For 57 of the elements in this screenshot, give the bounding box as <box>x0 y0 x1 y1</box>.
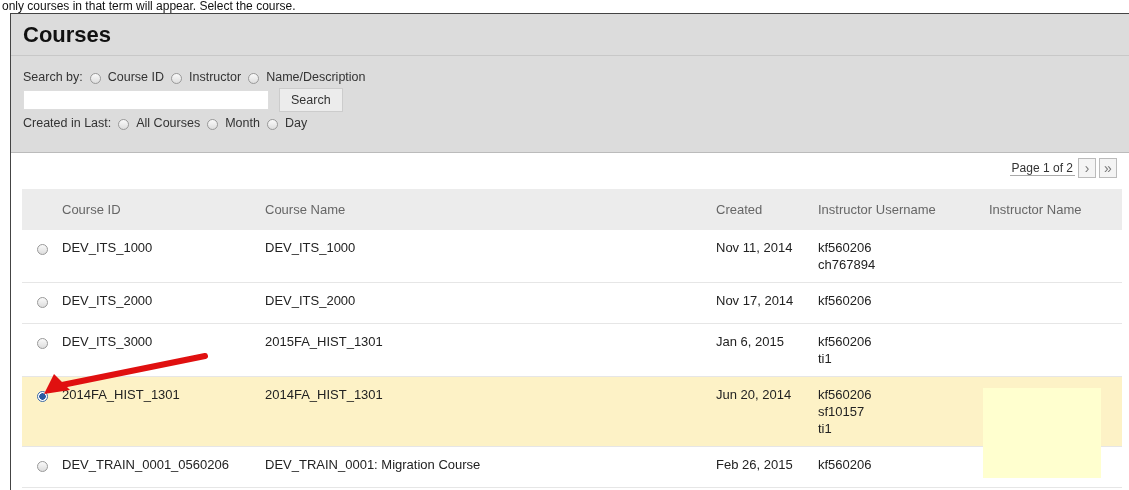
table-cell-text: Feb 26, 2015 <box>716 456 794 474</box>
radio-button[interactable] <box>36 297 48 308</box>
search-field[interactable] <box>23 89 269 110</box>
radio-button[interactable] <box>36 338 48 349</box>
table-cell-text: Jun 20, 2014 <box>716 386 793 404</box>
table-cell-text: DEV_TRAIN_0001_0560206 <box>62 456 230 474</box>
table-cell-text: Jan 6, 2015 <box>716 333 785 351</box>
table-cell-text: 2014FA_HIST_1301 <box>62 386 181 404</box>
column-header: Created <box>716 201 764 219</box>
table-cell: kf560206 <box>818 239 872 256</box>
search-button[interactable]: Search <box>279 87 343 112</box>
column-header: Course ID <box>62 201 122 219</box>
table-cell-text: Nov 17, 2014 <box>716 292 795 310</box>
column-header: Course Name <box>265 201 347 219</box>
radio-label: Month <box>225 115 260 130</box>
radio-label: Instructor <box>189 69 242 84</box>
table-cell-text: DEV_TRAIN_0001: Migration Course <box>265 456 482 474</box>
table-row[interactable]: DEV_ITS_1000 DEV_ITS_1000 Nov 11, 2014 kf560206 ch767894 <box>22 230 1122 283</box>
selected-table-row[interactable]: 2014FA_HIST_1301 2014FA_HIST_1301 Jun 20, 2014 kf560206 sf10157 ti1 <box>22 377 1122 447</box>
radio-label: Day <box>284 115 308 130</box>
radio-button[interactable] <box>266 119 278 130</box>
panel-title: Courses <box>23 21 112 48</box>
instruction-text: only courses in that term will appear. Select the course. <box>1 0 297 13</box>
page-indicator: Page 1 of 2 <box>1009 160 1075 176</box>
radio-button[interactable] <box>118 119 130 130</box>
table-cell-text: DEV_ITS_3000 <box>62 333 154 351</box>
table-cell-text: DEV_ITS_1000 <box>62 239 154 257</box>
column-header: Instructor Username <box>818 201 937 219</box>
table-cell: ti1 <box>818 420 832 437</box>
radio-button[interactable] <box>36 461 48 472</box>
created-in-last-label: Created in Last: <box>23 115 112 130</box>
column-header: Instructor Name <box>989 201 1083 219</box>
next-page-button[interactable]: › <box>1078 158 1096 178</box>
last-page-button[interactable]: » <box>1099 158 1117 178</box>
table-cell: ch767894 <box>818 256 876 273</box>
radio-label: All Courses <box>136 115 201 130</box>
table-row[interactable]: DEV_ITS_2000 DEV_ITS_2000 Nov 17, 2014 kf560206 <box>22 283 1122 324</box>
table-cell: sf10157 <box>818 403 865 420</box>
radio-button[interactable] <box>248 73 260 84</box>
radio-button[interactable] <box>207 119 219 130</box>
radio-button[interactable] <box>36 244 48 255</box>
table-cell-text: 2015FA_HIST_1301 <box>265 333 384 351</box>
table-cell: kf560206 <box>818 333 872 350</box>
table-cell-text: DEV_ITS_2000 <box>62 292 154 310</box>
radio-label: Course ID <box>107 69 165 84</box>
radio-button[interactable] <box>171 73 183 84</box>
table-cell: kf560206 <box>818 292 872 309</box>
radio-label: Name/Description <box>266 69 366 84</box>
search-by-label: Search by: <box>23 69 83 84</box>
table-cell-text: DEV_ITS_2000 <box>265 292 357 310</box>
radio-button[interactable] <box>89 73 101 84</box>
table-cell-text: 2014FA_HIST_1301 <box>265 386 384 404</box>
table-cell-text: DEV_ITS_1000 <box>265 239 357 257</box>
table-cell-text: Nov 11, 2014 <box>716 239 794 257</box>
table-cell: kf560206 <box>818 456 872 473</box>
table-cell: kf560206 <box>818 386 872 403</box>
table-cell: ti1 <box>818 350 832 367</box>
